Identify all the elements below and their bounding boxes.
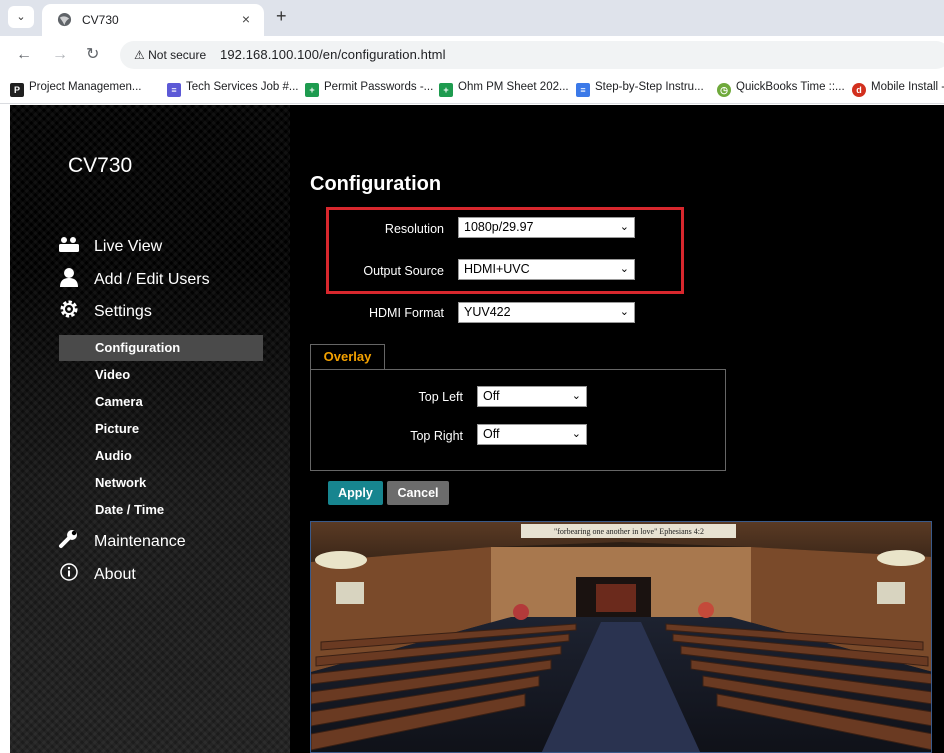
- bookmark-icon: ≡: [167, 83, 181, 97]
- chevron-down-icon: ⌄: [571, 390, 581, 402]
- info-icon: [58, 562, 80, 582]
- reload-button[interactable]: ↻: [86, 46, 99, 64]
- bookmark-icon: ≡: [576, 83, 590, 97]
- bookmark-quickbooks-time[interactable]: ◷ QuickBooks Time ::...: [717, 81, 845, 97]
- chevron-down-icon: ⌄: [571, 428, 581, 440]
- top-left-label: Top Left: [418, 390, 463, 404]
- top-left-select[interactable]: Off ⌄: [477, 386, 587, 407]
- bookmark-mobile-install[interactable]: d Mobile Install -: [852, 81, 944, 97]
- bookmark-icon: +: [439, 83, 453, 97]
- forward-button[interactable]: →: [52, 46, 68, 64]
- settings-item-date-time[interactable]: Date / Time: [95, 502, 164, 518]
- nav-about[interactable]: About: [58, 562, 136, 584]
- camera-people-icon: [58, 234, 80, 254]
- church-interior-image: "forbearing one another in love" Ephesia…: [311, 522, 931, 752]
- browser-toolbar: ← → ↻ ⚠ Not secure 192.168.100.100/en/co…: [0, 36, 944, 74]
- warning-icon: ⚠: [134, 48, 145, 62]
- hdmi-format-select[interactable]: YUV422 ⌄: [458, 302, 635, 323]
- page-title: Configuration: [310, 173, 442, 195]
- bookmark-ohm-pm-sheet[interactable]: + Ohm PM Sheet 202...: [439, 81, 569, 97]
- address-bar[interactable]: ⚠ Not secure 192.168.100.100/en/configur…: [120, 41, 944, 69]
- settings-item-audio[interactable]: Audio: [95, 448, 132, 464]
- settings-item-network[interactable]: Network: [95, 475, 146, 491]
- bookmarks-bar: P Project Managemen... ≡ Tech Services Job…: [0, 74, 944, 104]
- bookmark-icon: +: [305, 83, 319, 97]
- nav-live-view[interactable]: Live View: [58, 234, 162, 256]
- camera-web-ui: CV730 Live View Add / Edit Users Setting…: [10, 105, 944, 753]
- back-button[interactable]: ←: [16, 46, 32, 64]
- tab-overlay[interactable]: Overlay: [310, 344, 385, 370]
- live-video-preview[interactable]: "forbearing one another in love" Ephesia…: [310, 521, 932, 753]
- nav-settings[interactable]: Settings: [58, 299, 152, 321]
- user-icon: [58, 267, 80, 287]
- bookmark-icon: ◷: [717, 83, 731, 97]
- browser-tab-strip: ⌄ CV730 × +: [0, 0, 944, 36]
- red-highlight-box: [326, 207, 684, 294]
- bookmark-project-management[interactable]: P Project Managemen...: [10, 81, 142, 97]
- chevron-down-icon: ⌄: [619, 306, 629, 318]
- settings-item-picture[interactable]: Picture: [95, 421, 139, 437]
- top-right-select[interactable]: Off ⌄: [477, 424, 587, 445]
- url-text: 192.168.100.100/en/configuration.html: [220, 47, 446, 62]
- overlay-panel: [310, 369, 726, 471]
- browser-tab[interactable]: CV730 ×: [42, 4, 264, 36]
- apply-button[interactable]: Apply: [328, 481, 383, 505]
- wrench-icon: [58, 529, 80, 549]
- bookmark-icon: P: [10, 83, 24, 97]
- settings-item-video[interactable]: Video: [95, 367, 130, 383]
- device-name: CV730: [68, 154, 133, 177]
- nav-add-edit-users[interactable]: Add / Edit Users: [58, 267, 210, 289]
- sidebar: [10, 105, 290, 753]
- tab-search-button[interactable]: ⌄: [8, 6, 34, 28]
- bookmark-icon: d: [852, 83, 866, 97]
- new-tab-button[interactable]: +: [276, 6, 287, 27]
- settings-item-configuration[interactable]: Configuration: [95, 340, 180, 356]
- tab-title: CV730: [82, 13, 119, 27]
- security-indicator[interactable]: ⚠ Not secure: [134, 48, 206, 62]
- nav-maintenance[interactable]: Maintenance: [58, 529, 186, 551]
- settings-item-camera[interactable]: Camera: [95, 394, 143, 410]
- tab-close-button[interactable]: ×: [242, 11, 250, 27]
- bookmark-step-by-step[interactable]: ≡ Step-by-Step Instru...: [576, 81, 704, 97]
- gear-icon: [58, 299, 80, 319]
- cancel-button[interactable]: Cancel: [387, 481, 449, 505]
- bookmark-permit-passwords[interactable]: + Permit Passwords -...: [305, 81, 433, 97]
- bookmark-tech-services[interactable]: ≡ Tech Services Job #...: [167, 81, 299, 97]
- globe-icon: [56, 12, 72, 28]
- hdmi-format-label: HDMI Format: [369, 306, 444, 320]
- video-banner-text: "forbearing one another in love" Ephesia…: [554, 527, 704, 536]
- top-right-label: Top Right: [410, 429, 463, 443]
